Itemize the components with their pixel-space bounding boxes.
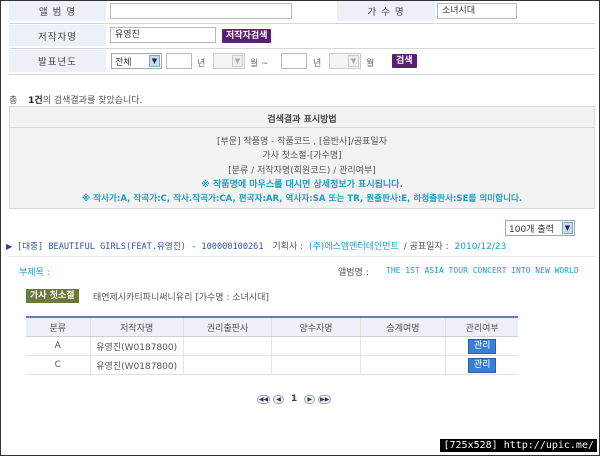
month-unit: 월 [366,59,375,69]
result-divider [9,256,595,257]
year-type-value: 전체 [115,57,132,68]
year-unit: 년 [197,59,206,69]
summary-prefix: 총 [9,96,18,106]
form-divider [9,48,595,49]
result-summary: 총 1건의 검색결과를 찾았습니다. [9,93,142,106]
search-button[interactable]: 검색 [392,54,417,68]
cell-manage: 관리 [445,355,518,375]
month-end-select[interactable]: ▼ [329,53,361,69]
year-start-input[interactable] [166,53,192,69]
singer-label: 가 수 명 [337,1,435,21]
play-arrow-icon: ▶ [6,242,13,251]
cell-type: C [26,355,91,375]
per-page-value: 100개 출력 [509,224,554,235]
album-name-label: 앨범명 : [338,268,369,278]
cell-author: 유영진(W0187800) [90,355,184,375]
manage-button[interactable]: 관리 [467,338,497,354]
album-name-value: THE 1ST ASIA TOUR CONCERT INTO NEW WORLD [386,266,579,275]
col-header-assignee: 양수자명 [271,317,361,337]
current-page-number[interactable]: 1 [287,394,301,404]
author-search-button[interactable]: 저작자검색 [222,29,272,43]
cell-publisher [183,336,273,356]
subtitle-label: 부제목 : [19,268,50,278]
table-header-row: 분류 저작자명 권리출판사 양수자명 승계여명 관리여부 [26,317,518,337]
col-header-manage: 관리여부 [445,317,518,337]
author-input[interactable]: 유영진 [110,27,216,43]
date-label: / 공표일자 : [403,242,449,252]
guide-line: [분류 / 저작자명(회원코드) / 관리여부] [228,166,376,176]
cell-successor [360,336,447,356]
summary-count: 1건 [28,96,43,106]
col-header-author: 저작자명 [90,317,184,337]
lyric-badge: 가사 첫소절 [26,289,79,303]
chevron-down-icon: ▼ [232,55,243,67]
next-page-button[interactable]: ▶ [304,394,316,404]
guide-line: 가사 첫소절-[가수명] [262,151,342,161]
display-guide-box: 검색결과 표시방법 [부문] 작품명 - 작품코드 , [음반사]/공표일자 가… [9,106,595,209]
chevron-down-icon: ▼ [348,55,359,67]
guide-note: ※ 작품명에 마우스를 대시면 상세정보가 표시됩니다. [201,180,403,190]
year-label: 발표년도 [9,50,106,72]
year-unit: 년 [313,59,322,69]
month-start-select[interactable]: ▼ [213,53,245,69]
guide-note: ※ 작사가:A, 작곡가:C, 작사.작곡가:CA, 편곡자:AR, 역사자:S… [81,194,523,204]
table-row: C 유영진(W0187800) 관리 [26,355,518,375]
form-divider [9,23,595,24]
guide-header: 검색결과 표시방법 [10,107,594,128]
table-row: A 유영진(W0187800) 관리 [26,336,518,356]
year-type-select[interactable]: 전체 ▼ [111,53,162,69]
rights-table: 분류 저작자명 권리출판사 양수자명 승계여명 관리여부 A 유영진(W0187… [26,316,518,375]
cell-successor [360,355,447,375]
date-value: 2010/12/23 [454,242,507,252]
guide-line: [부문] 작품명 - 작품코드 , [음반사]/공표일자 [217,137,387,147]
result-title-link[interactable]: [대중] BEAUTIFUL GIRLS(FEAT.유영진) - 1000001… [17,242,264,252]
first-page-button[interactable]: ◀◀ [257,394,270,404]
agency-label: 기획사 : [272,242,304,252]
chevron-down-icon: ▼ [562,222,573,234]
manage-button[interactable]: 관리 [467,357,497,373]
cell-author: 유영진(W0187800) [90,336,184,356]
year-end-input[interactable] [281,53,307,69]
singer-input[interactable]: 소녀시대 [437,3,517,19]
guide-title: 검색결과 표시방법 [267,115,337,125]
album-input[interactable] [110,3,292,19]
cell-publisher [183,355,273,375]
col-header-type: 분류 [26,317,91,337]
cell-assignee [271,355,361,375]
image-watermark: [725x528] http://upic.me/ [440,439,597,452]
result-title-row: ▶ [대중] BEAUTIFUL GIRLS(FEAT.유영진) - 10000… [6,239,596,252]
per-page-select[interactable]: 100개 출력 ▼ [505,220,575,236]
summary-suffix: 의 검색결과를 찾았습니다. [42,96,143,106]
col-header-publisher: 권리출판사 [183,317,273,337]
prev-page-button[interactable]: ◀ [273,394,284,404]
last-page-button[interactable]: ▶▶ [318,394,332,404]
lyric-text: 태연제시카티파니써니유리 [가수명 : 소녀시대] [93,293,269,303]
chevron-down-icon: ▼ [149,55,160,67]
cell-manage: 관리 [445,336,518,356]
pagination: ◀◀ ◀ 1 ▶ ▶▶ [257,394,332,404]
col-header-successor: 승계여명 [360,317,447,337]
month-range-unit: 월 ~ [250,59,269,69]
agency-value: (주)에스엠엔터테인먼트 [309,242,399,252]
album-label: 앨 범 명 [9,1,106,21]
author-label: 저작자명 [9,25,106,46]
form-divider [9,74,595,75]
cell-assignee [271,336,361,356]
cell-type: A [26,336,91,356]
